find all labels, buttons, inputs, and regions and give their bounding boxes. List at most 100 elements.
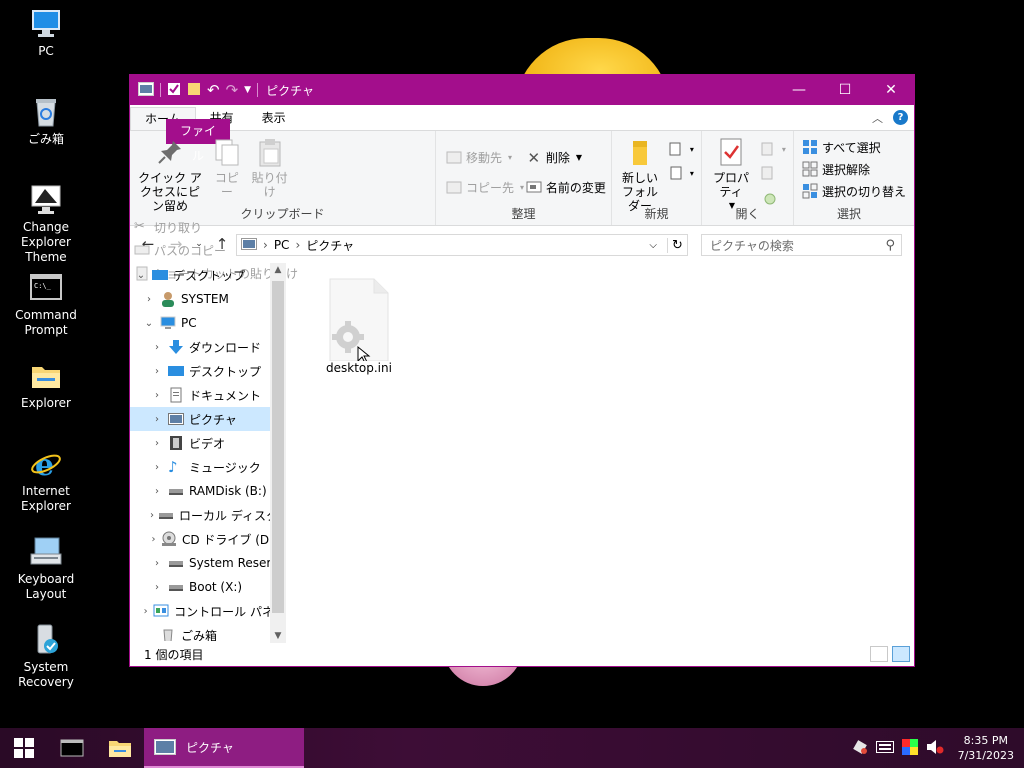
desktop-icon-recycle-bin[interactable]: ごみ箱 <box>0 96 92 147</box>
redo-icon[interactable]: ↷ <box>226 81 239 99</box>
collapse-chevron-icon[interactable]: › <box>150 366 164 377</box>
ribbon-group-open: プロパティ ▼ ▾ 開く <box>702 131 794 225</box>
collapse-chevron-icon[interactable]: › <box>150 558 164 569</box>
tree-item-system-reserved[interactable]: › System Reserve <box>130 551 286 575</box>
collapse-chevron-icon[interactable]: › <box>150 582 164 593</box>
breadcrumb-pc[interactable]: PC <box>274 238 290 252</box>
search-icon[interactable]: ⚲ <box>885 238 901 253</box>
tree-item-system[interactable]: › SYSTEM <box>130 287 286 311</box>
details-view-button[interactable] <box>870 646 888 662</box>
search-box[interactable]: ピクチャの検索 ⚲ <box>701 234 902 256</box>
customize-qat-chevron-icon[interactable]: ▼ <box>244 85 251 95</box>
expand-chevron-icon[interactable]: ⌄ <box>134 270 148 281</box>
scroll-up-arrow-icon[interactable]: ▲ <box>270 265 286 275</box>
collapse-chevron-icon[interactable]: › <box>150 414 164 425</box>
tree-item-music[interactable]: › ♪ ミュージック <box>130 455 286 479</box>
tree-item-downloads[interactable]: › ダウンロード <box>130 335 286 359</box>
collapse-chevron-icon[interactable]: › <box>150 510 154 521</box>
undo-icon[interactable]: ↶ <box>207 81 220 99</box>
close-button[interactable]: ✕ <box>868 75 914 105</box>
history-button[interactable] <box>760 187 786 207</box>
rename-button[interactable]: 名前の変更 <box>526 177 606 197</box>
collapse-chevron-icon[interactable]: › <box>150 438 164 449</box>
minimize-button[interactable]: — <box>776 75 822 105</box>
tree-item-ramdisk[interactable]: › RAMDisk (B:) <box>130 479 286 503</box>
tree-item-documents[interactable]: › ドキュメント <box>130 383 286 407</box>
desktop-icon-change-explorer-theme[interactable]: Change Explorer Theme <box>0 184 92 265</box>
ribbon: クイック アクセスにピン留め コピー 貼り付け ✂ 切り取り パスのコピー ショー… <box>130 130 914 281</box>
clock[interactable]: 8:35 PM 7/31/2023 <box>952 733 1014 763</box>
open-button[interactable]: ▾ <box>760 139 786 159</box>
delete-button[interactable]: ✕ 削除 ▼ <box>526 147 606 167</box>
tree-item-cd-drive[interactable]: › CD ドライブ (D:) - <box>130 527 286 551</box>
maximize-button[interactable]: ☐ <box>822 75 868 105</box>
select-none-button[interactable]: 選択解除 <box>802 159 906 179</box>
collapse-chevron-icon[interactable]: › <box>150 462 164 473</box>
breadcrumb-pictures[interactable]: ピクチャ <box>306 237 354 254</box>
collapse-chevron-icon[interactable]: › <box>142 294 156 305</box>
collapse-chevron-icon[interactable]: › <box>150 534 157 545</box>
properties-quick-icon[interactable] <box>167 82 181 99</box>
paste-button[interactable]: 貼り付け <box>248 135 292 201</box>
copy-button[interactable]: コピー <box>210 135 244 201</box>
new-folder-button[interactable]: 新しいフォルダー <box>616 135 664 215</box>
taskbar-task-pictures[interactable]: ピクチャ <box>144 728 304 768</box>
move-to-button[interactable]: 移動先 ▾ <box>446 147 522 167</box>
tab-view[interactable]: 表示 <box>248 107 300 130</box>
tree-scrollbar[interactable]: ▲ ▼ <box>270 263 286 643</box>
tree-item-pc[interactable]: ⌄ PC <box>130 311 286 335</box>
help-icon[interactable]: ? <box>893 110 908 125</box>
tree-item-recycle-bin[interactable]: ごみ箱 <box>130 623 286 641</box>
desktop-icon-keyboard-layout[interactable]: Keyboard Layout <box>0 536 92 602</box>
large-icons-view-button[interactable] <box>892 646 910 662</box>
collapse-chevron-icon[interactable]: › <box>150 342 164 353</box>
taskbar-explorer-button[interactable] <box>96 728 144 768</box>
tree-item-pictures[interactable]: › ピクチャ <box>130 407 286 431</box>
tree-item-control-panel[interactable]: › コントロール パネル <box>130 599 286 623</box>
select-all-icon <box>802 139 818 155</box>
pin-quick-access-button[interactable]: クイック アクセスにピン留め <box>134 135 206 215</box>
address-dropdown-chevron-icon[interactable]: ⌵ <box>649 240 661 251</box>
desktop-icon-command-prompt[interactable]: C:\_ Command Prompt <box>0 272 92 338</box>
tree-item-local-disk[interactable]: › ローカル ディスク ( <box>130 503 286 527</box>
volume-muted-icon[interactable] <box>926 739 944 758</box>
color-picker-icon[interactable] <box>901 738 918 758</box>
desktop-icon-explorer[interactable]: Explorer <box>0 360 92 411</box>
title-bar[interactable]: ↶ ↷ ▼ ピクチャ — ☐ ✕ <box>130 75 914 105</box>
settings-file-icon <box>326 277 390 364</box>
search-input[interactable]: ピクチャの検索 <box>710 237 794 254</box>
pictures-location-icon <box>241 237 257 253</box>
address-bar[interactable]: › PC › ピクチャ ⌵ ↻ <box>236 234 688 256</box>
invert-selection-button[interactable]: 選択の切り替え <box>802 181 906 201</box>
copy-to-button[interactable]: コピー先 ▾ <box>446 177 524 197</box>
network-tools-icon[interactable] <box>852 739 868 758</box>
desktop-icon <box>168 363 184 379</box>
select-all-button[interactable]: すべて選択 <box>802 137 906 157</box>
refresh-icon[interactable]: ↻ <box>667 237 687 253</box>
desktop-icon-system-recovery[interactable]: System Recovery <box>0 624 92 690</box>
collapse-chevron-icon[interactable]: › <box>150 390 164 401</box>
properties-button[interactable]: プロパティ ▼ <box>706 135 756 215</box>
new-item-button[interactable]: ▾ <box>668 139 694 159</box>
scrollbar-thumb[interactable] <box>272 281 284 613</box>
separator <box>160 83 161 97</box>
tree-item-desktop-folder[interactable]: › デスクトップ <box>130 359 286 383</box>
tree-item-videos[interactable]: › ビデオ <box>130 431 286 455</box>
new-folder-quick-icon[interactable] <box>187 82 201 99</box>
tree-item-boot[interactable]: › Boot (X:) <box>130 575 286 599</box>
tree-item-desktop[interactable]: ⌄ デスクトップ <box>130 263 286 287</box>
start-button[interactable] <box>0 728 48 768</box>
collapse-ribbon-chevron-icon[interactable]: ︿ <box>872 110 883 126</box>
taskbar-cmd-button[interactable] <box>48 728 96 768</box>
collapse-chevron-icon[interactable]: › <box>142 606 149 617</box>
keyboard-icon[interactable] <box>875 740 894 756</box>
desktop-icon-internet-explorer[interactable]: e Internet Explorer <box>0 448 92 514</box>
window-pictures-icon[interactable] <box>138 81 154 99</box>
expand-chevron-icon[interactable]: ⌄ <box>142 318 156 329</box>
file-item[interactable]: desktop.ini <box>326 277 392 375</box>
collapse-chevron-icon[interactable]: › <box>150 486 164 497</box>
desktop-icon-pc[interactable]: PC <box>0 8 92 59</box>
scroll-down-arrow-icon[interactable]: ▼ <box>270 631 286 641</box>
easy-access-button[interactable]: ▾ <box>668 163 694 183</box>
edit-button[interactable] <box>760 163 786 183</box>
